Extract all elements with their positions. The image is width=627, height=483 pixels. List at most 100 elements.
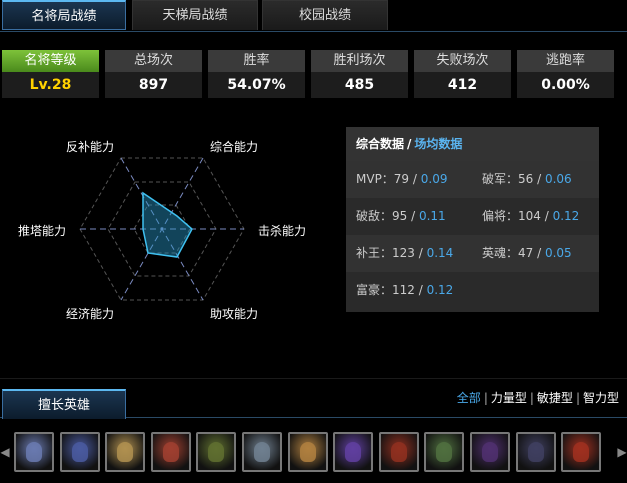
filter-strength[interactable]: 力量型: [491, 391, 527, 405]
filter-separator: |: [483, 391, 488, 405]
radar-label-overall: 综合能力: [210, 140, 259, 154]
cell-avg: 0.12: [552, 209, 580, 223]
radar-label-economy: 经济能力: [66, 307, 115, 321]
filter-agility[interactable]: 敏捷型: [537, 391, 573, 405]
radar-label-push: 推塔能力: [18, 224, 67, 238]
hero-monk-icon[interactable]: [287, 432, 328, 472]
hero-shadow-icon[interactable]: [470, 432, 510, 472]
panel-row: 富豪：112 / 0.12: [346, 272, 599, 309]
tab-best-heroes[interactable]: 擅长英雄: [2, 389, 126, 419]
panel-row: MVP：79 / 0.09 破军：56 / 0.06: [346, 161, 599, 198]
stat-losses: 失败场次 412: [414, 50, 511, 98]
hero-mage-icon[interactable]: [333, 432, 374, 472]
cell-name: 富豪：112 /: [356, 283, 423, 297]
panel-cell: 补王：123 / 0.14: [356, 235, 453, 272]
panel-row: 补王：123 / 0.14 英魂：47 / 0.05: [346, 235, 599, 272]
hero-face: [117, 442, 134, 462]
stat-value: 54.07%: [208, 72, 305, 98]
stat-value: Lv.28: [2, 72, 99, 98]
hero-fiend-icon[interactable]: [561, 432, 602, 472]
cell-avg: 0.12: [426, 283, 454, 297]
hero-demon-icon[interactable]: [378, 432, 419, 472]
cell-avg: 0.06: [544, 172, 572, 186]
stat-label: 胜利场次: [311, 50, 408, 72]
stats-row: 名将等级 Lv.28 总场次 897 胜率 54.07% 胜利场次 485 失败…: [0, 50, 627, 98]
stat-label: 总场次: [105, 50, 202, 72]
cell-avg: 0.11: [418, 209, 446, 223]
stat-value: 412: [414, 72, 511, 98]
hero-wizard-icon[interactable]: [14, 432, 54, 472]
hero-orc-icon[interactable]: [196, 432, 237, 472]
panel-tab-average[interactable]: 场均数据: [414, 137, 462, 151]
cell-name: 偏将：104 /: [482, 209, 549, 223]
stat-total-games: 总场次 897: [105, 50, 202, 98]
radar-label-last-hit: 反补能力: [66, 140, 115, 154]
filter-intelligence[interactable]: 智力型: [583, 391, 619, 405]
stat-label: 胜率: [208, 50, 305, 72]
panel-cell: 富豪：112 / 0.12: [356, 272, 453, 309]
hero-troll-icon[interactable]: [150, 432, 191, 472]
scroll-right-icon[interactable]: ▶: [617, 440, 627, 464]
tab-ladder-match[interactable]: 天梯局战绩: [132, 0, 258, 30]
cell-name: 补王：123 /: [356, 246, 423, 260]
radar-data-shape: [142, 191, 193, 258]
panel-cell: 破军：56 / 0.06: [482, 161, 572, 198]
hero-face: [345, 442, 362, 462]
hero-beast-icon[interactable]: [424, 432, 465, 472]
panel-row: 破敌：95 / 0.11 偏将：104 / 0.12: [346, 198, 599, 235]
data-panel: 综合数据 / 场均数据 MVP：79 / 0.09 破军：56 / 0.06 破敌：…: [346, 127, 599, 312]
hero-dwarf-icon[interactable]: [105, 432, 146, 472]
panel-cell: 偏将：104 / 0.12: [482, 198, 579, 235]
panel-cell: 英魂：47 / 0.05: [482, 235, 572, 272]
stat-escape-rate: 逃跑率 0.00%: [517, 50, 614, 98]
cell-avg: 0.14: [426, 246, 454, 260]
filter-all[interactable]: 全部: [457, 391, 481, 405]
record-tabs: 名将局战绩 天梯局战绩 校园战绩: [0, 0, 627, 32]
stat-wins: 胜利场次 485: [311, 50, 408, 98]
hero-type-filters: 全部 | 力量型 | 敏捷型 | 智力型: [457, 389, 619, 406]
panel-tab-total[interactable]: 综合数据: [356, 137, 404, 151]
hero-elf-icon[interactable]: [242, 432, 282, 472]
stat-label: 失败场次: [414, 50, 511, 72]
radar-label-assist: 助攻能力: [210, 307, 259, 321]
hero-face: [26, 442, 42, 462]
hero-face: [162, 442, 179, 462]
stat-value: 0.00%: [517, 72, 614, 98]
hero-face: [573, 442, 590, 462]
stat-value: 897: [105, 72, 202, 98]
filter-separator: |: [529, 391, 534, 405]
hero-face: [299, 442, 316, 462]
tab-legend-match[interactable]: 名将局战绩: [2, 0, 126, 30]
stat-win-rate: 胜率 54.07%: [208, 50, 305, 98]
tab-campus-match[interactable]: 校园战绩: [262, 0, 388, 30]
stat-label: 逃跑率: [517, 50, 614, 72]
filter-separator: |: [575, 391, 580, 405]
stat-value: 485: [311, 72, 408, 98]
cell-name: 英魂：47 /: [482, 246, 542, 260]
hero-face: [527, 442, 544, 462]
hero-face: [71, 442, 88, 462]
radar-label-kill: 击杀能力: [258, 224, 307, 238]
hero-knight-icon[interactable]: [515, 432, 556, 472]
hero-section-bar: 擅长英雄 全部 | 力量型 | 敏捷型 | 智力型: [0, 378, 627, 419]
cell-name: 破敌：95 /: [356, 209, 416, 223]
cell-name: 破军：56 /: [482, 172, 542, 186]
hero-face: [254, 442, 270, 462]
hero-face: [390, 442, 407, 462]
cell-name: MVP：79 /: [356, 172, 417, 186]
stat-rank: 名将等级 Lv.28: [2, 50, 99, 98]
hero-undead-icon[interactable]: [59, 432, 100, 472]
cell-avg: 0.05: [544, 246, 572, 260]
hero-face: [482, 442, 498, 462]
hero-face: [208, 442, 225, 462]
cell-avg: 0.09: [420, 172, 448, 186]
panel-header: 综合数据 / 场均数据: [346, 127, 599, 161]
scroll-left-icon[interactable]: ◀: [0, 440, 10, 464]
hero-face: [436, 442, 453, 462]
panel-tab-separator: /: [407, 137, 412, 151]
panel-cell: 破敌：95 / 0.11: [356, 198, 446, 235]
hero-list: ◀ ▶: [0, 428, 627, 478]
panel-cell: MVP：79 / 0.09: [356, 161, 447, 198]
stat-label: 名将等级: [2, 50, 99, 72]
ability-radar: 反补能力 综合能力 击杀能力 助攻能力 经济能力 推塔能力: [0, 120, 330, 330]
